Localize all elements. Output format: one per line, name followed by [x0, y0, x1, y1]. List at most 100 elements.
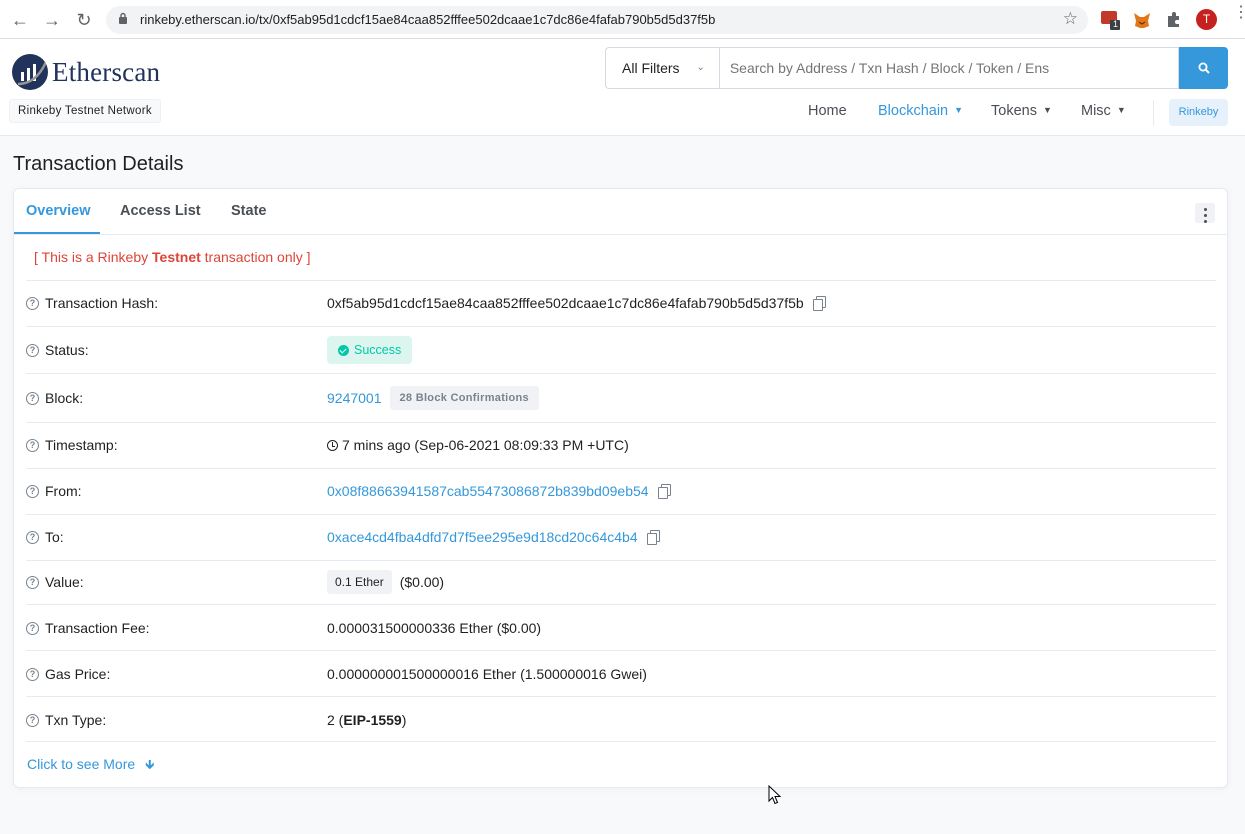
to-address-link[interactable]: 0xace4cd4fba4dfd7d7f5ee295e9d18cd20c64c4…	[327, 529, 638, 545]
row-block: ? Block: 9247001 28 Block Confirmations	[26, 373, 1216, 422]
testnet-notice-prefix: [ This is a Rinkeby	[34, 249, 153, 265]
tab-access-list[interactable]: Access List	[120, 203, 201, 219]
block-value-wrap: 9247001 28 Block Confirmations	[327, 386, 539, 410]
forward-icon[interactable]: →	[41, 9, 63, 31]
value-usd: ($0.00)	[399, 574, 445, 590]
timestamp-value: 7 mins ago (Sep-06-2021 08:09:33 PM +UTC…	[342, 437, 629, 453]
nav-divider	[1153, 100, 1154, 126]
from-address-link[interactable]: 0x08f88663941587cab55473086872b839bd09eb…	[327, 483, 649, 499]
search-bar: All Filters ⌄	[605, 47, 1229, 89]
search-icon	[1198, 62, 1210, 74]
help-icon[interactable]: ?	[26, 438, 39, 452]
row-status: ? Status: Success	[26, 326, 1216, 373]
txn-type-name: EIP-1559	[343, 712, 402, 728]
confirmations-badge: 28 Block Confirmations	[389, 386, 539, 410]
transaction-card: Overview Access List State [ This is a R…	[13, 188, 1228, 788]
nav-blockchain-label: Blockchain	[878, 103, 949, 119]
nav-misc-label: Misc	[1081, 103, 1111, 119]
check-circle-icon	[338, 344, 349, 356]
chevron-down-icon: ⌄	[696, 62, 705, 73]
nav-misc[interactable]: Misc ▼	[1081, 103, 1126, 119]
profile-avatar[interactable]: T	[1196, 9, 1217, 30]
etherscan-logo[interactable]: Etherscan	[12, 53, 160, 91]
search-button[interactable]	[1179, 47, 1229, 89]
row-txn-type: ? Txn Type: 2 (EIP-1559)	[26, 696, 1216, 742]
extension-badge: 1	[1113, 19, 1119, 29]
help-icon[interactable]: ?	[26, 667, 39, 681]
fee-value-wrap: 0.000031500000336 Ether ($0.00)	[327, 620, 541, 636]
copy-icon[interactable]	[812, 296, 826, 311]
filter-dropdown[interactable]: All Filters ⌄	[605, 47, 719, 89]
active-tab-indicator	[14, 232, 100, 234]
nav-tokens[interactable]: Tokens ▼	[991, 103, 1052, 119]
row-value: ? Value: 0.1 Ether ($0.00)	[26, 560, 1216, 604]
clock-icon	[327, 439, 338, 451]
mouse-cursor-icon	[768, 785, 782, 805]
row-from: ? From: 0x08f88663941587cab55473086872b83…	[26, 468, 1216, 514]
etherscan-logo-icon	[12, 54, 48, 90]
browser-toolbar: ← → ↻ rinkeby.etherscan.io/tx/0xf5ab95d1…	[0, 0, 1245, 39]
reload-icon[interactable]: ↻	[73, 9, 95, 31]
status-label-wrap: ? Status:	[26, 342, 89, 358]
row-transaction-fee: ? Transaction Fee: 0.000031500000336 Ethe…	[26, 604, 1216, 650]
see-more-link[interactable]: Click to see More 🡻	[27, 756, 155, 778]
lock-icon	[119, 12, 127, 24]
testnet-notice-suffix: transaction only ]	[200, 249, 311, 265]
timestamp-label: Timestamp:	[45, 437, 118, 453]
copy-icon[interactable]	[657, 484, 671, 499]
status-value-wrap: Success	[327, 336, 413, 364]
copy-icon[interactable]	[646, 530, 660, 545]
nav-home-label: Home	[808, 103, 847, 119]
to-value-wrap: 0xace4cd4fba4dfd7d7f5ee295e9d18cd20c64c4…	[327, 529, 660, 545]
gas-price-value: 0.000000001500000016 Ether (1.500000016 …	[327, 666, 647, 682]
row-gas-price: ? Gas Price: 0.000000001500000016 Ether (…	[26, 650, 1216, 696]
nav-tokens-label: Tokens	[991, 103, 1037, 119]
help-icon[interactable]: ?	[26, 575, 39, 589]
block-label: Block:	[45, 390, 84, 406]
address-bar[interactable]: rinkeby.etherscan.io/tx/0xf5ab95d1cdcf15…	[106, 6, 1088, 34]
fee-label: Transaction Fee:	[45, 620, 150, 636]
timestamp-value-wrap: 7 mins ago (Sep-06-2021 08:09:33 PM +UTC…	[327, 437, 629, 453]
row-transaction-hash: ? Transaction Hash: 0xf5ab95d1cdcf15ae84c…	[26, 280, 1216, 326]
chevron-down-icon: ▼	[954, 105, 964, 115]
more-options-icon[interactable]	[1195, 203, 1215, 223]
to-label-wrap: ? To:	[26, 529, 64, 545]
help-icon[interactable]: ?	[26, 484, 39, 498]
metamask-fox-icon[interactable]	[1132, 10, 1152, 30]
timestamp-label-wrap: ? Timestamp:	[26, 437, 118, 453]
value-value-wrap: 0.1 Ether ($0.00)	[327, 570, 444, 594]
help-icon[interactable]: ?	[26, 621, 39, 635]
browser-menu-icon[interactable]: ⋮	[1233, 5, 1245, 21]
main-nav: Home Blockchain ▼ Tokens ▼ Misc ▼	[0, 99, 1245, 125]
help-icon[interactable]: ?	[26, 391, 39, 405]
puzzle-extensions-icon[interactable]	[1164, 10, 1184, 30]
type-label-wrap: ? Txn Type:	[26, 712, 106, 728]
tab-overview[interactable]: Overview	[26, 203, 91, 219]
logo-text: Etherscan	[52, 56, 161, 87]
network-switch-button[interactable]: Rinkeby	[1169, 99, 1228, 126]
extension-icon[interactable]: 1	[1101, 10, 1121, 30]
help-icon[interactable]: ?	[26, 296, 39, 310]
tab-state[interactable]: State	[231, 203, 266, 219]
help-icon[interactable]: ?	[26, 713, 39, 727]
nav-home[interactable]: Home	[808, 103, 847, 119]
transaction-hash: 0xf5ab95d1cdcf15ae84caa852fffee502dcaae1…	[327, 295, 804, 311]
arrow-down-icon: 🡻	[145, 757, 155, 772]
nav-blockchain[interactable]: Blockchain ▼	[878, 103, 963, 119]
help-icon[interactable]: ?	[26, 343, 39, 357]
back-icon[interactable]: ←	[9, 9, 31, 31]
tab-bar: Overview Access List State	[14, 189, 1227, 235]
row-timestamp: ? Timestamp: 7 mins ago (Sep-06-2021 08:0…	[26, 422, 1216, 468]
gas-value-wrap: 0.000000001500000016 Ether (1.500000016 …	[327, 666, 647, 682]
status-label: Status:	[45, 342, 89, 358]
type-value-wrap: 2 (EIP-1559)	[327, 712, 406, 728]
gas-label-wrap: ? Gas Price:	[26, 666, 110, 682]
filter-label: All Filters	[622, 60, 680, 76]
hash-label-wrap: ? Transaction Hash:	[26, 295, 158, 311]
bookmark-star-icon[interactable]: ☆	[1063, 9, 1078, 29]
help-icon[interactable]: ?	[26, 530, 39, 544]
chevron-down-icon: ▼	[1042, 105, 1052, 115]
block-number-link[interactable]: 9247001	[327, 390, 382, 406]
search-input[interactable]	[718, 47, 1180, 89]
txn-type-label: Txn Type:	[45, 712, 107, 728]
